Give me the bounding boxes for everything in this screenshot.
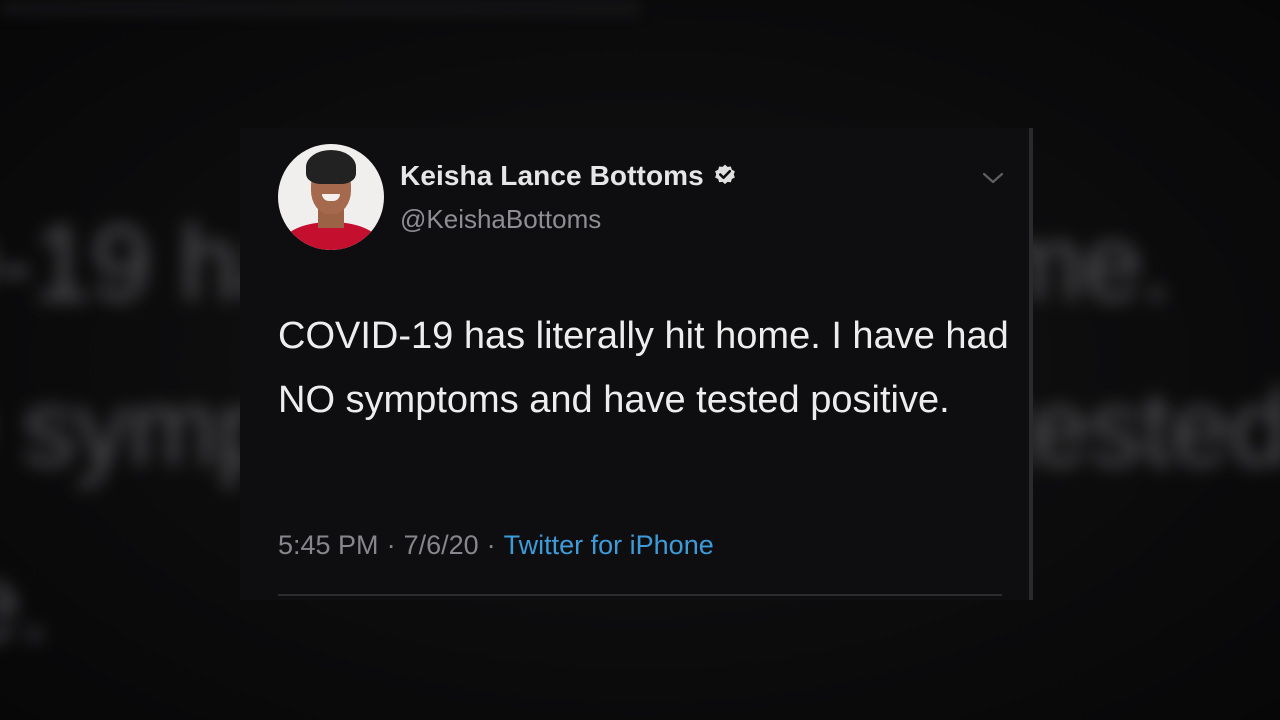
- tweet-meta: 5:45 PM · 7/6/20 · Twitter for iPhone: [278, 530, 714, 561]
- card-right-border: [1029, 128, 1033, 600]
- tweet-source-link[interactable]: Twitter for iPhone: [504, 530, 714, 561]
- meta-separator: ·: [386, 530, 396, 560]
- screen: D-19 has literally hit home. O symptoms …: [0, 0, 1280, 720]
- verified-badge-icon: [715, 164, 735, 185]
- avatar[interactable]: [278, 144, 384, 250]
- tweet-text: COVID-19 has literally hit home. I have …: [278, 315, 1009, 421]
- tweet-card[interactable]: Keisha Lance Bottoms @KeishaBottoms COVI…: [240, 128, 1032, 600]
- tweet-time[interactable]: 5:45 PM: [278, 530, 379, 561]
- user-handle[interactable]: @KeishaBottoms: [400, 204, 601, 235]
- backdrop-line: e.: [0, 542, 49, 663]
- divider: [278, 594, 1002, 596]
- tweet-date[interactable]: 7/6/20: [404, 530, 479, 561]
- meta-separator: ·: [486, 530, 496, 560]
- display-name[interactable]: Keisha Lance Bottoms: [400, 160, 704, 192]
- author-name-row[interactable]: Keisha Lance Bottoms: [400, 160, 738, 192]
- avatar-hair: [306, 150, 356, 184]
- chevron-down-icon[interactable]: [980, 168, 1006, 188]
